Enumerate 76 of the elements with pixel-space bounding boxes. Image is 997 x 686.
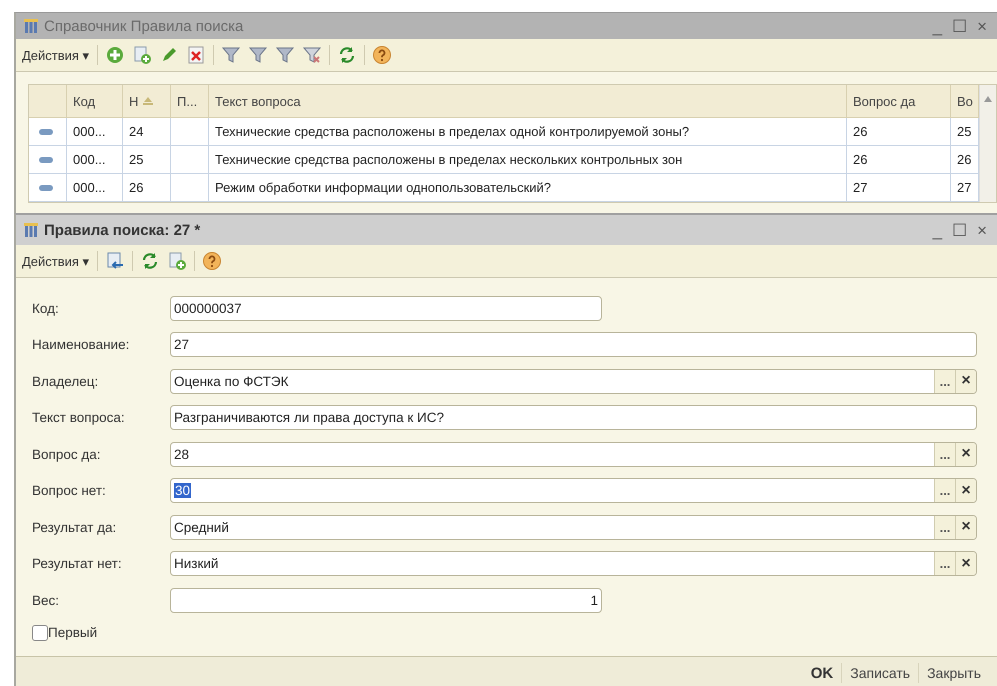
field-label: Владелец:	[32, 374, 100, 389]
item-icon	[39, 128, 53, 134]
clear-button[interactable]: ×	[955, 442, 976, 466]
table-cell: 27	[847, 174, 951, 201]
reference-field[interactable]: Оценка по ФСТЭК ... ×	[170, 368, 977, 394]
column-header[interactable]: Текст вопроса	[209, 85, 847, 117]
window-title: Правила поиска: 27 *	[44, 222, 202, 238]
field-label: Вопрос нет:	[32, 483, 107, 498]
clear-button[interactable]: ×	[955, 516, 976, 539]
plus-icon[interactable]	[104, 45, 125, 65]
column-header[interactable]: Н	[123, 85, 171, 117]
text-field[interactable]: 000000037	[170, 296, 602, 321]
item-icon	[39, 184, 53, 190]
reference-field[interactable]: Низкий ... ×	[170, 551, 977, 576]
table-cell: Режим обработки информации однопользовательский?	[209, 174, 847, 201]
close-button[interactable]: ×	[975, 222, 989, 238]
delete-icon[interactable]	[186, 45, 206, 65]
field-label: Наименование:	[32, 337, 130, 352]
actions-menu-button[interactable]: Действия ▾	[22, 48, 90, 62]
column-header[interactable]: П...	[171, 85, 209, 117]
filter-icon[interactable]	[302, 45, 322, 65]
text-field[interactable]: 27	[170, 332, 977, 358]
reference-field[interactable]: Средний ... ×	[170, 514, 977, 540]
number-field[interactable]: 1	[170, 588, 602, 613]
document-arrow-icon[interactable]	[104, 251, 125, 271]
help-icon[interactable]	[372, 45, 392, 65]
select-button[interactable]: ...	[934, 479, 955, 502]
sort-icon	[143, 97, 154, 105]
table-cell: Технические средства расположены в пределах одной контролируемой зоны?	[209, 118, 847, 145]
table-cell: 26	[123, 174, 171, 201]
minimize-button[interactable]: _	[930, 222, 944, 238]
clear-button[interactable]: ×	[955, 552, 976, 576]
table-cell: 24	[123, 118, 171, 145]
table-cell: 000...	[67, 146, 123, 173]
field-label: Вес:	[32, 592, 60, 608]
ok-button[interactable]: OK	[802, 664, 842, 682]
actions-menu-button[interactable]: Действия ▾	[22, 254, 90, 268]
help-icon[interactable]	[202, 251, 222, 271]
reference-field[interactable]: 30 ... ×	[170, 478, 977, 504]
table-cell: 25	[123, 146, 171, 173]
filter-icon[interactable]	[248, 45, 268, 65]
reference-field[interactable]: 28 ... ×	[170, 442, 977, 467]
field-label: Вопрос да:	[32, 446, 102, 462]
table-cell: 26	[847, 118, 951, 145]
column-header[interactable]: Вопрос да	[847, 85, 951, 117]
table-cell: 26	[847, 146, 951, 173]
table-icon	[24, 19, 38, 33]
window-title: Справочник Правила поиска	[44, 18, 244, 34]
select-button[interactable]: ...	[934, 442, 955, 466]
maximize-button[interactable]: ☐	[950, 222, 970, 238]
table-cell: 000...	[67, 118, 123, 145]
table-cell: Технические средства расположены в пределах нескольких контрольных зон	[209, 146, 847, 173]
scroll-up-icon[interactable]	[983, 95, 993, 103]
checkbox[interactable]	[32, 624, 48, 640]
select-button[interactable]: ...	[934, 516, 955, 539]
column-header[interactable]: Код	[67, 85, 123, 117]
text-field[interactable]: Разграничиваются ли права доступа к ИС?	[170, 405, 977, 430]
clear-button[interactable]: ×	[955, 479, 976, 502]
document-plus-icon[interactable]	[132, 45, 152, 65]
filter-icon[interactable]	[274, 45, 295, 65]
select-button[interactable]: ...	[934, 370, 955, 393]
document-plus-icon[interactable]	[166, 251, 187, 271]
close-button[interactable]: Закрыть	[919, 665, 989, 681]
field-label: Результат нет:	[32, 556, 123, 572]
filter-icon[interactable]	[220, 45, 241, 65]
field-label: Результат да:	[32, 520, 118, 535]
field-label: Текст вопроса:	[32, 410, 126, 426]
save-button[interactable]: Записать	[842, 665, 918, 681]
clear-button[interactable]: ×	[955, 370, 976, 393]
select-button[interactable]: ...	[934, 552, 955, 576]
field-label: Код:	[32, 300, 60, 316]
checkbox-label[interactable]: Первый	[48, 625, 98, 640]
table-cell: 000...	[67, 174, 123, 201]
scrollbar[interactable]	[979, 85, 996, 202]
item-icon	[39, 156, 53, 162]
table-icon	[24, 223, 38, 237]
